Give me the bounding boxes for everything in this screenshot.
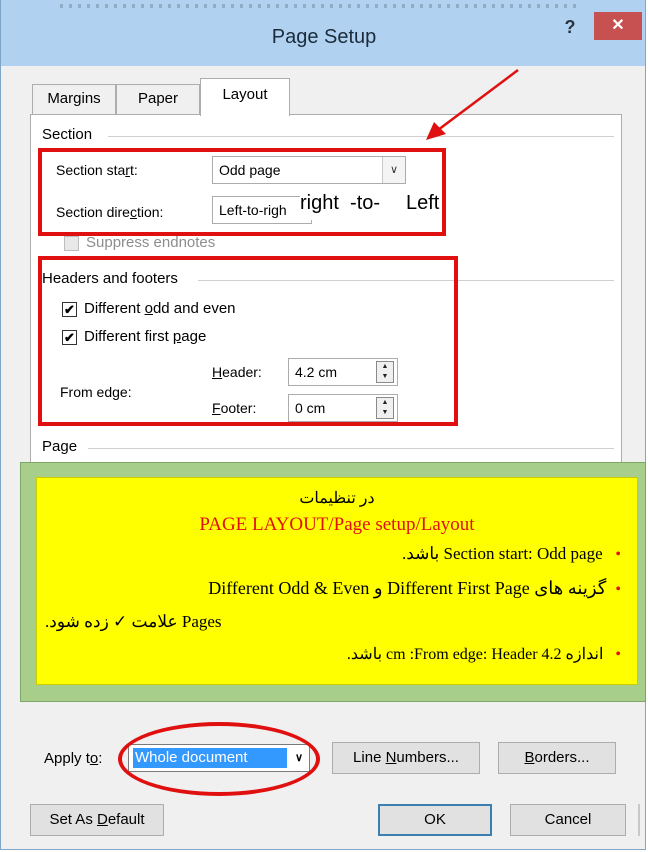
instruction-note: در تنظیمات PAGE LAYOUT/Page setup/Layout…	[36, 477, 638, 685]
headers-footers-highlight-box	[38, 256, 458, 426]
background-window-residue	[60, 4, 580, 8]
tab-paper[interactable]: Paper	[116, 84, 200, 114]
borders-button[interactable]: Borders...	[498, 742, 616, 774]
section-divider	[108, 136, 614, 137]
tab-layout[interactable]: Layout	[200, 78, 290, 116]
section-highlight-box	[38, 148, 446, 236]
set-as-default-button[interactable]: Set As Default	[30, 804, 164, 836]
annotation-arrow-icon	[426, 69, 519, 140]
close-button[interactable]: ✕	[594, 12, 642, 40]
note-bullet-3: • اندازه 4.2 cm :From edge: Header باشد.	[346, 646, 621, 663]
suppress-endnotes-label: Suppress endnotes	[86, 234, 216, 251]
note-line-2: PAGE LAYOUT/Page setup/Layout	[199, 514, 475, 535]
tab-margins[interactable]: Margins	[32, 84, 116, 114]
line-numbers-button[interactable]: Line Numbers...	[332, 742, 480, 774]
note-bullet-2-continued: Pages علامت ✓ زده شود.	[45, 612, 222, 631]
page-heading: Page	[42, 438, 78, 455]
note-bullet-2: • گزینه های Different First Page و Diffe…	[208, 578, 621, 598]
help-button[interactable]: ?	[550, 14, 590, 40]
note-bullet-1: • Section start: Odd page باشد.	[401, 544, 621, 563]
ok-button[interactable]: OK	[378, 804, 492, 836]
cancel-button[interactable]: Cancel	[510, 804, 626, 836]
apply-to-highlight-ellipse	[118, 722, 320, 796]
page-divider	[88, 448, 614, 449]
apply-to-label: Apply to:	[44, 750, 103, 767]
note-line-1: در تنظیمات	[299, 490, 375, 507]
dialog-edge	[638, 804, 640, 836]
suppress-endnotes-checkbox[interactable]	[64, 236, 79, 251]
section-heading: Section	[42, 126, 93, 143]
